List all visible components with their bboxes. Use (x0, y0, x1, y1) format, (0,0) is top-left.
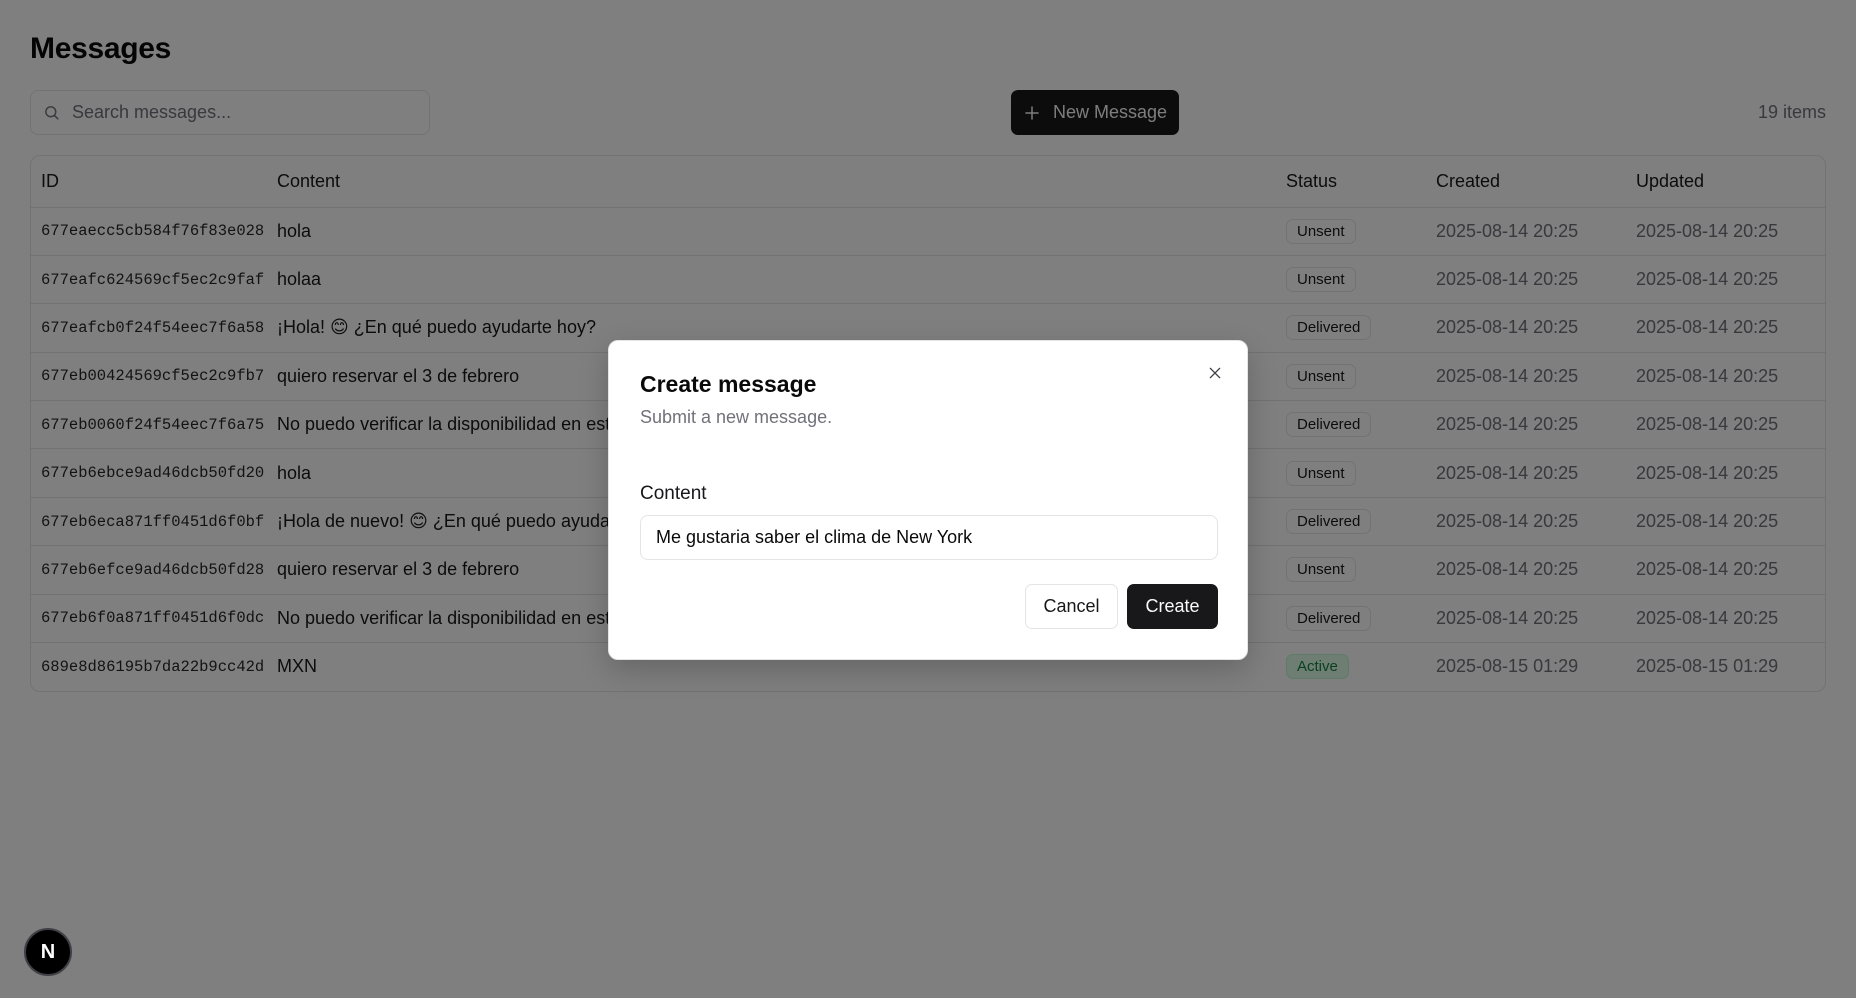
content-label: Content (640, 483, 707, 504)
content-input[interactable] (640, 515, 1218, 560)
dialog-title: Create message (640, 371, 817, 397)
create-button[interactable]: Create (1127, 584, 1218, 629)
create-message-dialog: Create message Submit a new message. Con… (608, 340, 1248, 660)
dev-tools-letter: N (40, 940, 56, 963)
dev-tools-badge[interactable]: N (24, 928, 72, 976)
close-button[interactable] (1205, 363, 1225, 383)
cancel-button[interactable]: Cancel (1025, 584, 1118, 629)
close-icon (1209, 367, 1221, 379)
dialog-description: Submit a new message. (640, 407, 833, 427)
